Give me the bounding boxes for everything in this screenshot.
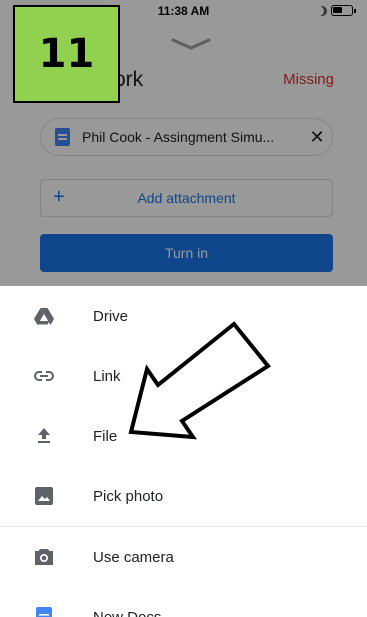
screen: 11:38 AM ork Missing Phil Cook - Assingm… [0, 0, 367, 617]
photo-icon [34, 486, 54, 506]
menu-label-new-docs: New Docs [93, 609, 161, 617]
menu-label-file: File [93, 428, 118, 445]
step-number: 11 [38, 31, 95, 77]
drive-icon [34, 306, 54, 326]
step-badge: 11 [13, 5, 120, 103]
menu-label-link: Link [93, 368, 121, 385]
menu-item-use-camera[interactable]: Use camera [0, 527, 367, 587]
attachment-menu-sheet: Drive Link File Pick photo Use camera [0, 286, 367, 617]
link-icon [34, 366, 54, 386]
upload-icon [34, 426, 54, 446]
docs-icon [34, 607, 54, 617]
menu-label-pick-photo: Pick photo [93, 488, 164, 505]
menu-label-use-camera: Use camera [93, 549, 174, 566]
menu-item-drive[interactable]: Drive [0, 286, 367, 346]
menu-item-new-docs[interactable]: New Docs [0, 587, 367, 617]
menu-label-drive: Drive [93, 308, 129, 325]
menu-item-link[interactable]: Link [0, 346, 367, 406]
menu-item-pick-photo[interactable]: Pick photo [0, 466, 367, 526]
camera-icon [34, 547, 54, 567]
menu-item-file[interactable]: File [0, 406, 367, 466]
